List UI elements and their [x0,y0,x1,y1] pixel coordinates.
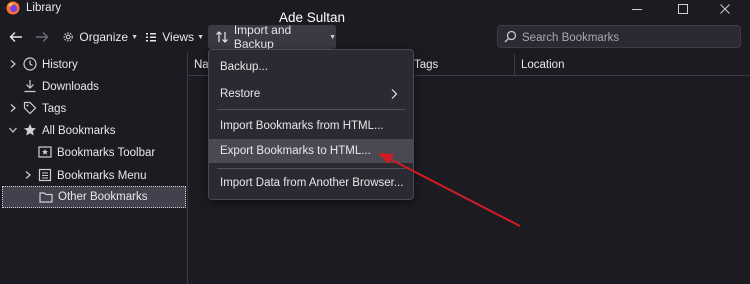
star-icon [24,124,36,136]
maximize-icon [678,4,688,14]
menu-separator [217,109,405,110]
minimize-button[interactable] [616,0,658,18]
clock-icon [23,57,37,71]
sort-arrows-icon [216,31,228,43]
chevron-right-icon [10,60,16,68]
sidebar-item-history[interactable]: History [0,54,186,75]
menu-item-backup[interactable]: Backup... [209,56,413,78]
sidebar-item-other-bookmarks[interactable]: Other Bookmarks [2,186,186,208]
back-button[interactable] [8,25,26,49]
sidebar-item-all-bookmarks[interactable]: All Bookmarks [0,120,186,141]
chevron-down-icon [9,127,17,133]
sidebar-item-label: Bookmarks Menu [57,169,147,182]
list-icon [146,33,157,42]
chevron-right-icon [10,104,16,112]
toolbar-star-icon [38,146,52,158]
organize-button[interactable]: Organize ▼ [62,25,138,49]
forward-arrow-icon [36,32,49,42]
import-backup-button[interactable]: Import and Backup ▼ [208,23,336,51]
sidebar-item-label: Tags [42,102,67,115]
sidebar-item-tags[interactable]: Tags [0,98,186,119]
close-icon [720,4,730,14]
views-label: Views [162,30,195,44]
sidebar-item-bookmarks-toolbar[interactable]: Bookmarks Toolbar [0,142,186,163]
chevron-down-icon: ▼ [131,33,138,41]
sidebar-item-downloads[interactable]: Downloads [0,76,186,97]
organize-label: Organize [79,30,129,44]
chevron-down-icon: ▼ [329,33,336,41]
tag-icon [23,101,37,115]
forward-button[interactable] [34,25,52,49]
back-arrow-icon [9,32,22,42]
gear-icon [63,32,73,42]
annotation-arrow [378,153,521,227]
folder-icon [39,192,53,203]
sidebar-item-label: All Bookmarks [42,124,116,137]
search-box[interactable] [497,25,741,48]
chevron-right-icon [391,89,398,99]
window-title: Library [26,2,62,14]
chevron-right-icon [25,171,31,179]
import-backup-label: Import and Backup [233,23,292,51]
menu-list-icon [38,168,52,182]
search-icon [504,30,517,43]
chevron-down-icon: ▼ [197,33,204,41]
menu-item-import-html[interactable]: Import Bookmarks from HTML... [209,115,413,137]
sidebar-item-label: Other Bookmarks [58,191,148,203]
download-icon [24,80,36,93]
sidebar-item-label: Bookmarks Toolbar [57,146,156,159]
maximize-button[interactable] [662,0,704,18]
close-button[interactable] [704,0,746,18]
sidebar-item-label: History [42,58,78,71]
search-input[interactable] [520,29,734,46]
column-tags-header[interactable]: Tags [407,54,514,75]
menu-item-restore[interactable]: Restore [209,83,413,105]
sidebar-item-label: Downloads [42,80,99,93]
column-location-header[interactable]: Location [514,54,750,75]
views-button[interactable]: Views ▼ [146,25,204,49]
sidebar-item-bookmarks-menu[interactable]: Bookmarks Menu [0,165,186,186]
minimize-icon [632,9,642,10]
firefox-icon [6,1,20,15]
